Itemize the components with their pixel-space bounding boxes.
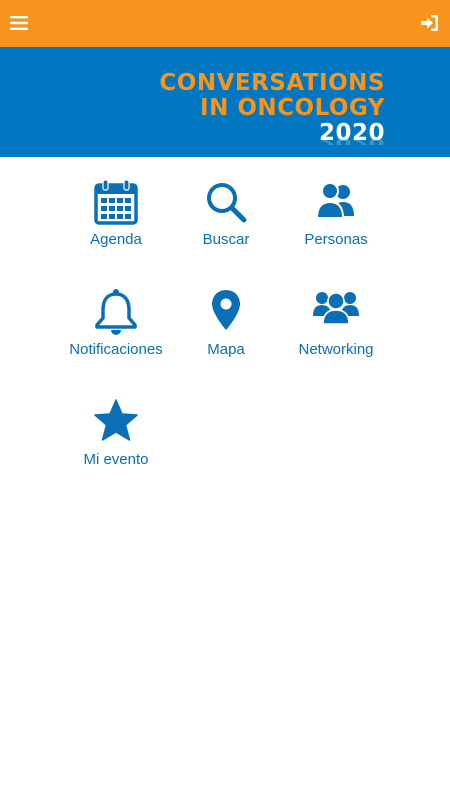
tile-buscar[interactable]: Buscar	[166, 178, 286, 278]
tile-mi-evento-label: Mi evento	[83, 451, 149, 468]
tile-agenda[interactable]: Agenda	[56, 178, 176, 278]
tile-personas-label: Personas	[304, 231, 368, 248]
sign-in-icon[interactable]	[420, 14, 439, 32]
banner-title: CONVERSATIONS IN ONCOLOGY	[159, 71, 385, 121]
banner-year-reflection: 2020	[319, 139, 385, 145]
tile-notificaciones-label: Notificaciones	[69, 341, 163, 358]
search-icon	[202, 178, 250, 226]
group-icon	[312, 288, 360, 336]
top-app-bar	[0, 0, 450, 47]
tile-networking[interactable]: Networking	[276, 288, 396, 388]
tile-agenda-label: Agenda	[90, 231, 142, 248]
hamburger-menu-icon[interactable]	[10, 15, 28, 31]
tile-mapa[interactable]: Mapa	[166, 288, 286, 388]
tile-networking-label: Networking	[298, 341, 374, 358]
banner-title-line2: IN ONCOLOGY	[200, 95, 385, 121]
tile-personas[interactable]: Personas	[276, 178, 396, 278]
people-icon	[312, 178, 360, 226]
tile-mi-evento[interactable]: Mi evento	[56, 398, 176, 498]
event-banner: CONVERSATIONS IN ONCOLOGY 2020 2020	[0, 47, 450, 157]
calendar-icon	[92, 178, 140, 226]
tile-notificaciones[interactable]: Notificaciones	[56, 288, 176, 388]
map-pin-icon	[202, 288, 250, 336]
tile-mapa-label: Mapa	[207, 341, 245, 358]
bell-icon	[92, 288, 140, 336]
tile-buscar-label: Buscar	[202, 231, 250, 248]
banner-title-line1: CONVERSATIONS	[159, 70, 385, 96]
star-icon	[92, 398, 140, 446]
